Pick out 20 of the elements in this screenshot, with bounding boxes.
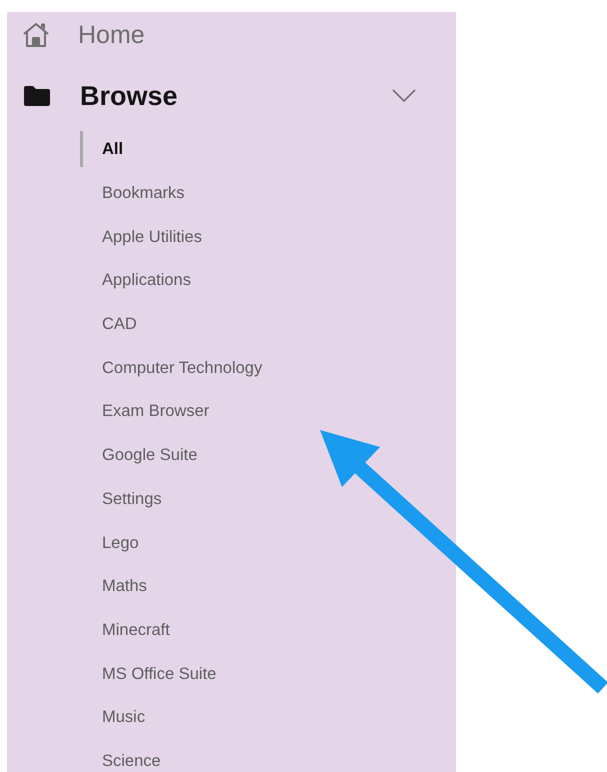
- category-link[interactable]: All: [102, 140, 124, 160]
- category-link[interactable]: Music: [102, 708, 146, 728]
- home-icon: [22, 21, 50, 49]
- category-link[interactable]: Lego: [102, 534, 139, 553]
- chevron-icon[interactable]: [392, 89, 416, 103]
- category-link[interactable]: Bookmarks: [102, 184, 185, 204]
- category-link[interactable]: Computer Technology: [102, 358, 262, 378]
- category-link[interactable]: Exam Browser: [102, 402, 210, 422]
- category-link[interactable]: Science: [102, 752, 161, 771]
- browse-link[interactable]: Browse: [80, 80, 178, 112]
- home-link[interactable]: Home: [78, 20, 145, 50]
- category-link[interactable]: Google Suite: [102, 446, 198, 466]
- category-link[interactable]: MS Office Suite: [102, 664, 216, 684]
- category-link[interactable]: Applications: [102, 271, 191, 290]
- category-link[interactable]: Settings: [102, 490, 162, 509]
- category-link[interactable]: Minecraft: [102, 620, 170, 640]
- folder-icon: [22, 84, 52, 108]
- category-link[interactable]: CAD: [102, 315, 137, 334]
- category-link[interactable]: Maths: [102, 577, 147, 596]
- category-link[interactable]: Apple Utilities: [102, 228, 202, 247]
